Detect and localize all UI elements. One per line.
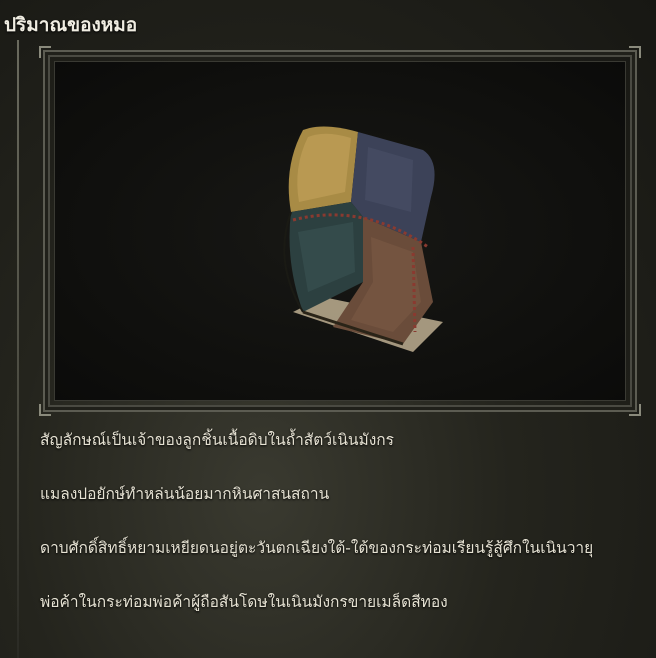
frame-corner xyxy=(39,404,51,416)
frame-corner xyxy=(629,46,641,58)
cloth-pouch-icon xyxy=(283,126,443,352)
item-description: สัญลักษณ์เป็นเจ้าของลูกชิ้นเนื้อดิบในถ้ำ… xyxy=(40,428,650,614)
frame-corner xyxy=(629,404,641,416)
item-preview-frame xyxy=(39,46,641,416)
description-line: ดาบศักดิ์สิทธิ์หยามเหยียดนอยู่ตะวันตกเฉี… xyxy=(40,539,594,557)
frame-corner xyxy=(39,46,51,58)
side-divider xyxy=(17,40,19,658)
description-line: สัญลักษณ์เป็นเจ้าของลูกชิ้นเนื้อดิบในถ้ำ… xyxy=(40,431,395,449)
description-line: พ่อค้าในกระท่อมพ่อค้าผู้ถือสันโดษในเนินม… xyxy=(40,593,448,611)
description-line: แมลงปอยักษ์ทำหล่นน้อยมากหินศาสนสถาน xyxy=(40,485,330,503)
item-title: ปริมาณของหมอ xyxy=(4,14,138,36)
